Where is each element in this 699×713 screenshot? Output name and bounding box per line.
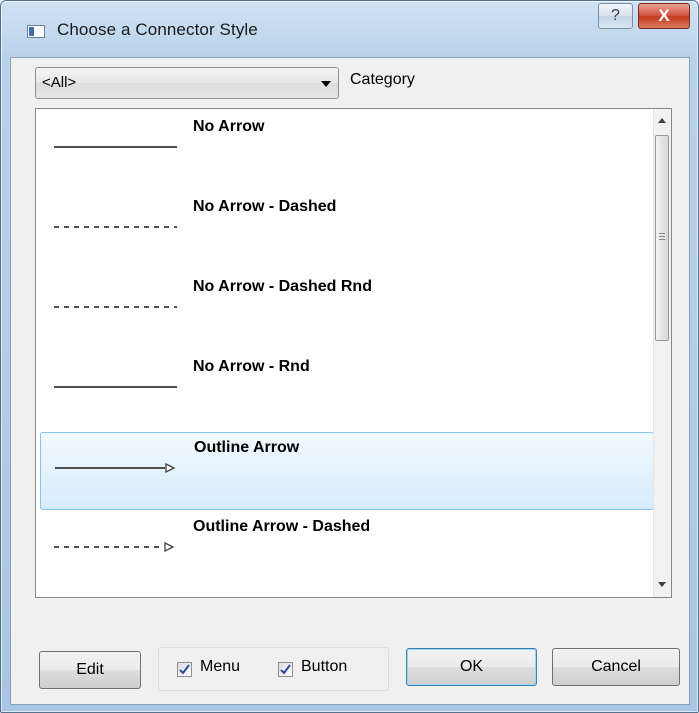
- category-label: Category: [350, 71, 415, 88]
- menu-checkbox[interactable]: [177, 662, 192, 677]
- style-name: No Arrow - Dashed: [193, 198, 337, 215]
- chevron-down-icon[interactable]: [321, 81, 331, 87]
- outline-arrowhead-icon: [164, 541, 175, 553]
- scroll-down-icon[interactable]: [658, 582, 666, 587]
- style-name: No Arrow: [193, 118, 265, 135]
- menu-checkbox-label: Menu: [200, 658, 241, 675]
- list-item[interactable]: No Arrow - Dashed Rnd: [40, 272, 654, 350]
- cancel-button[interactable]: Cancel: [552, 648, 680, 686]
- list-item[interactable]: No Arrow: [40, 112, 654, 190]
- grip-icon: [659, 233, 665, 240]
- title-bar[interactable]: Choose a Connector Style ? X: [1, 1, 698, 57]
- style-name: Outline Arrow - Dashed: [193, 518, 371, 535]
- checkmark-icon: [280, 664, 291, 675]
- line-preview: [54, 386, 177, 388]
- category-dropdown[interactable]: <All>: [35, 67, 339, 99]
- window-icon: [27, 25, 45, 38]
- style-name: No Arrow - Rnd: [193, 358, 310, 375]
- line-preview: [54, 541, 175, 553]
- category-dropdown-value: <All>: [42, 74, 77, 91]
- list-item[interactable]: No Arrow - Dashed: [40, 192, 654, 270]
- line-preview: [54, 306, 177, 308]
- connector-style-list[interactable]: No Arrow No Arrow - Dashed No Arrow - Dash…: [35, 108, 672, 598]
- button-checkbox-label: Button: [301, 658, 348, 675]
- options-group: Menu Button: [158, 647, 389, 691]
- window-title: Choose a Connector Style: [57, 20, 258, 39]
- line-preview: [55, 462, 176, 474]
- edit-button[interactable]: Edit: [39, 651, 141, 689]
- style-name: No Arrow - Dashed Rnd: [193, 278, 372, 295]
- list-item[interactable]: Outline Arrow - Dashed: [40, 512, 654, 590]
- dialog-body: <All> Category No Arrow No Arrow - Dashed…: [10, 57, 690, 705]
- list-item[interactable]: Outline Arrow: [40, 432, 654, 510]
- vertical-scrollbar[interactable]: [653, 109, 671, 597]
- close-icon: X: [658, 6, 670, 25]
- line-preview: [54, 226, 177, 228]
- list-item[interactable]: No Arrow - Rnd: [40, 352, 654, 430]
- help-button[interactable]: ?: [598, 3, 633, 29]
- scrollbar-thumb[interactable]: [655, 135, 669, 341]
- help-icon: ?: [611, 7, 620, 24]
- close-button[interactable]: X: [638, 3, 690, 29]
- button-checkbox[interactable]: [278, 662, 293, 677]
- checkmark-icon: [179, 664, 190, 675]
- dialog-window: Choose a Connector Style ? X <All> Categ…: [0, 0, 699, 713]
- style-name: Outline Arrow: [194, 439, 300, 456]
- outline-arrowhead-icon: [165, 462, 176, 474]
- scroll-up-icon[interactable]: [658, 118, 666, 123]
- line-preview: [54, 146, 177, 148]
- ok-button[interactable]: OK: [406, 648, 537, 686]
